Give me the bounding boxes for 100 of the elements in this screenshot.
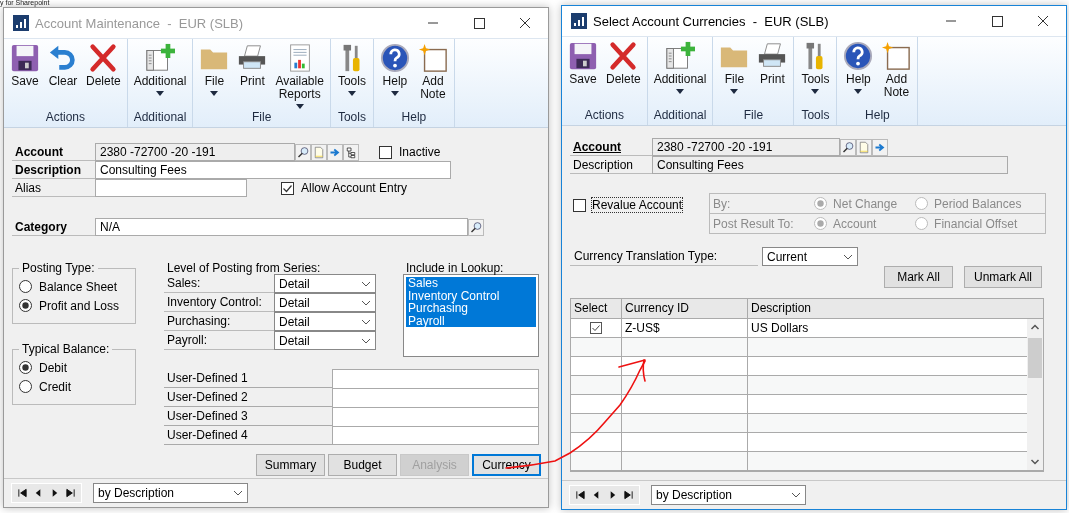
description-field[interactable]: Consulting Fees [652, 156, 1008, 174]
ribbon-button[interactable]: Delete [83, 39, 124, 110]
ribbon-button[interactable]: Tools [333, 39, 370, 110]
text-field[interactable] [332, 369, 539, 388]
ribbon-button[interactable]: Add Note [414, 39, 451, 110]
account-field[interactable]: 2380 -72700 -20 -191 [652, 138, 840, 156]
group-title: Typical Balance: [21, 342, 111, 356]
dropdown[interactable]: Detail [274, 331, 376, 350]
group-label: Actions [583, 108, 625, 124]
chevron-down-icon [361, 318, 371, 325]
last-record-icon[interactable] [623, 489, 634, 501]
chevron-down-icon [233, 490, 243, 496]
ribbon-button[interactable]: Available Reports [272, 39, 327, 110]
field-label: Post Result To: [712, 216, 795, 231]
group-label: Help [864, 108, 891, 124]
column-header: Select [571, 299, 622, 318]
action-button[interactable]: Summary [256, 454, 325, 476]
list-item[interactable]: Sales [406, 277, 536, 290]
radio-button[interactable] [19, 361, 32, 374]
ribbon-button[interactable]: Save [565, 37, 601, 108]
group-label: Additional [652, 108, 708, 124]
checkbox-option[interactable]: Allow Account Entry [281, 181, 408, 195]
section-title: Include in Lookup: [406, 262, 505, 274]
ribbon-button[interactable]: Save [7, 39, 43, 110]
table-cell: US Dollars [751, 321, 809, 335]
first-record-icon[interactable] [575, 489, 586, 501]
group-label: Tools [800, 108, 831, 124]
action-button[interactable]: Budget [328, 454, 397, 476]
group-label: File [742, 108, 765, 124]
text-field[interactable] [332, 426, 539, 445]
sort-dropdown[interactable]: by Description [93, 483, 248, 503]
description-field[interactable]: Consulting Fees [95, 161, 451, 179]
scrollbar[interactable] [1027, 319, 1043, 470]
ribbon-button[interactable]: Print [234, 39, 271, 110]
search-icon[interactable] [295, 143, 311, 161]
arrow-right-icon[interactable] [327, 143, 343, 161]
text-field[interactable] [332, 388, 539, 407]
ribbon-button[interactable]: File [716, 37, 753, 108]
tree-view-icon[interactable] [343, 143, 359, 161]
action-button[interactable]: Mark All [884, 266, 953, 288]
checkbox[interactable] [590, 322, 602, 334]
list-item[interactable]: Purchasing [406, 302, 536, 315]
arrow-right-icon[interactable] [872, 138, 888, 156]
radio-option[interactable]: Profit and Loss [19, 296, 129, 315]
checkbox[interactable] [281, 181, 294, 195]
radio-option[interactable]: Balance Sheet [19, 277, 129, 296]
ribbon-button[interactable]: Additional [130, 39, 190, 110]
action-button[interactable]: Unmark All [964, 266, 1042, 288]
radio-button[interactable] [19, 380, 32, 393]
app-icon [571, 13, 587, 29]
ribbon-button[interactable]: Help [376, 39, 413, 110]
checkbox-option[interactable]: Revalue Account [573, 198, 683, 212]
action-button[interactable]: Currency [472, 454, 541, 476]
window-title: Select Account Currencies - EUR (SLB) [593, 13, 829, 29]
radio-button[interactable] [19, 280, 32, 293]
note-star-icon [881, 41, 912, 71]
ribbon-button[interactable]: Tools [797, 37, 834, 108]
column-header: Currency ID [622, 299, 748, 318]
table-cell: Z-US$ [625, 321, 660, 335]
radio-option[interactable]: Credit [19, 377, 129, 396]
chevron-down-icon [843, 253, 853, 260]
ribbon-button[interactable]: Help [840, 37, 877, 108]
last-record-icon[interactable] [65, 487, 76, 499]
checkbox[interactable] [379, 145, 392, 159]
dropdown[interactable]: Detail [274, 274, 376, 293]
radio-option[interactable]: Debit [19, 358, 129, 377]
dropdown[interactable]: Detail [274, 293, 376, 312]
search-icon[interactable] [840, 138, 856, 156]
ribbon-button[interactable]: Add Note [878, 37, 915, 108]
app-icon [13, 15, 29, 31]
chevron-down-icon [361, 280, 371, 287]
ribbon-button[interactable]: Clear [45, 39, 81, 110]
alias-field[interactable] [95, 179, 247, 197]
column-header: Description [750, 300, 813, 317]
cross-icon [608, 41, 639, 71]
window-title: Account Maintenance - EUR (SLB) [35, 15, 244, 31]
group-label: Tools [336, 110, 367, 126]
ribbon-button[interactable]: Print [754, 37, 791, 108]
category-field[interactable]: N/A [95, 218, 468, 236]
ribbon-button[interactable]: Additional [650, 37, 710, 108]
checkbox[interactable] [573, 198, 586, 212]
window-plus-icon [665, 41, 696, 71]
chevron-down-icon [791, 492, 801, 498]
checkbox-option[interactable]: Inactive [379, 145, 441, 159]
group-label: Additional [132, 110, 188, 126]
first-record-icon[interactable] [17, 487, 28, 499]
sort-dropdown[interactable]: by Description [651, 485, 806, 505]
dropdown[interactable]: Current [762, 247, 858, 266]
dropdown[interactable]: Detail [274, 312, 376, 331]
ribbon-button[interactable]: File [196, 39, 233, 110]
field-label: User-Defined 4 [164, 426, 332, 445]
ribbon-button[interactable]: Delete [603, 37, 644, 108]
group-label: Actions [44, 110, 86, 126]
text-field[interactable] [332, 407, 539, 426]
note-star-icon [417, 43, 448, 73]
account-field[interactable]: 2380 -72700 -20 -191 [95, 143, 295, 161]
chevron-down-icon [361, 299, 371, 306]
search-icon[interactable] [468, 218, 484, 236]
radio-button[interactable] [19, 299, 32, 312]
help-icon [379, 43, 410, 73]
